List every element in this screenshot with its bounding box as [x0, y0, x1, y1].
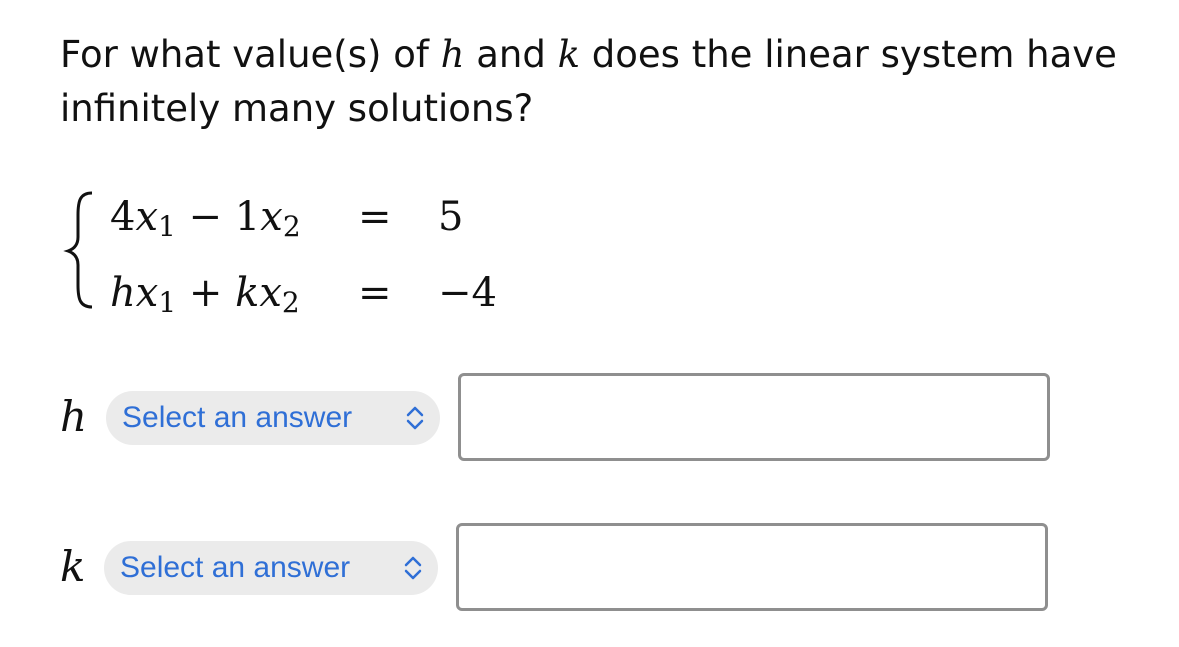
k-select-dropdown[interactable]: Select an answer: [104, 541, 438, 595]
eq1-sub2: 2: [282, 210, 301, 243]
eq1-coef2: 1: [234, 194, 261, 240]
eq1-op: −: [175, 194, 235, 240]
answer-row-h: h Select an answer: [60, 373, 1060, 463]
h-answer-input[interactable]: [458, 373, 1050, 461]
question-part2: and: [464, 33, 558, 76]
equation-2-lhs: hx1 + kx2: [110, 263, 300, 333]
k-select-text: Select an answer: [120, 551, 351, 584]
question-text: For what value(s) of h and k does the li…: [60, 28, 1140, 136]
up-down-chevron-icon: [406, 406, 424, 430]
question-var-h: h: [440, 33, 465, 76]
eq1-coef1: 4: [110, 194, 136, 240]
up-down-chevron-icon: [404, 556, 422, 580]
equation-2-rhs: −4: [438, 270, 497, 316]
eq2-op: +: [176, 270, 236, 316]
left-brace-icon: [63, 191, 93, 309]
answer-row-k: k Select an answer: [60, 523, 1060, 613]
question-var-k: k: [557, 33, 581, 76]
question-part1: For what value(s) of: [60, 33, 441, 76]
eq2-coef1: h: [110, 270, 136, 316]
answer-label-h: h: [60, 392, 88, 441]
equation-1-lhs: 4x1 − 1x2: [110, 187, 301, 257]
h-select-text: Select an answer: [122, 401, 353, 434]
eq1-var1: x: [135, 194, 159, 240]
answer-label-k: k: [60, 542, 86, 591]
linear-system: 4x1 − 1x2 = 5 hx1 + kx2 = −4: [60, 185, 580, 325]
eq1-var2: x: [260, 194, 283, 240]
eq2-var1: x: [135, 270, 159, 316]
k-answer-input[interactable]: [456, 523, 1048, 611]
eq2-var2: x: [259, 270, 282, 316]
eq1-sub1: 1: [158, 210, 176, 243]
eq2-sub1: 1: [158, 286, 177, 319]
equation-1-rhs: 5: [438, 194, 464, 240]
h-select-dropdown[interactable]: Select an answer: [106, 391, 440, 445]
equation-1-equals: =: [358, 194, 392, 240]
equation-2-equals: =: [358, 270, 392, 316]
eq2-coef2: k: [235, 270, 260, 316]
eq2-sub2: 2: [281, 286, 300, 319]
